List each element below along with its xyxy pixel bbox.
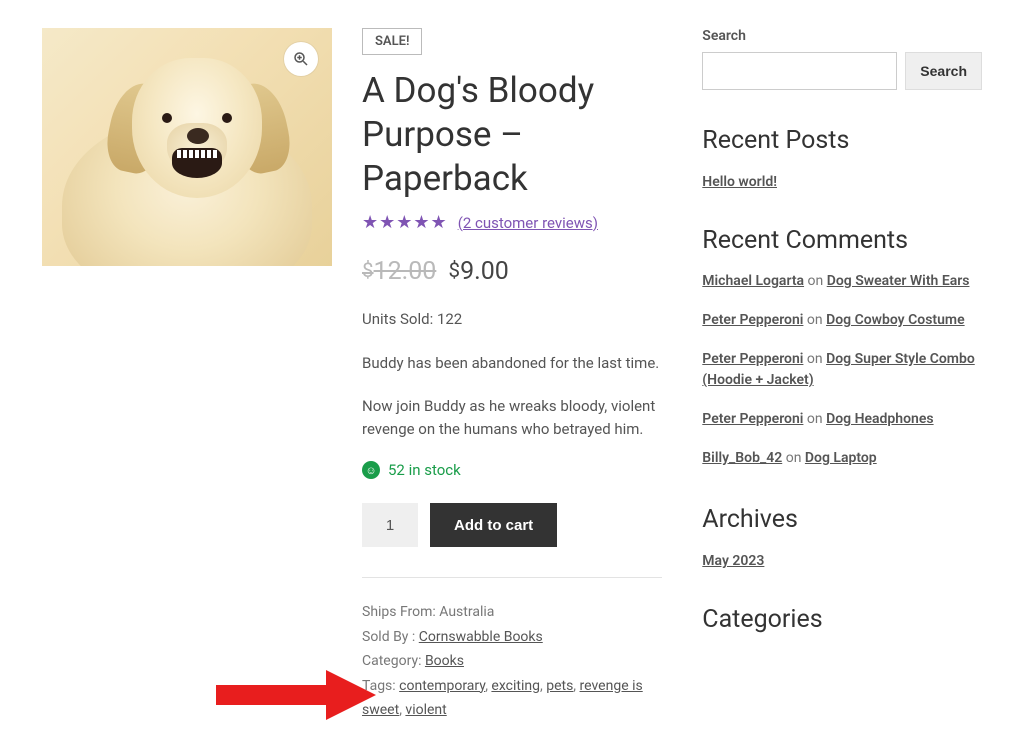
comment-on-text: on	[782, 450, 805, 466]
sale-price: $9.00	[449, 257, 509, 286]
search-widget: Search Search	[702, 28, 982, 90]
sold-by: Sold By : Cornswabble Books	[362, 625, 662, 650]
reviews-link[interactable]: (2 customer reviews)	[458, 214, 598, 232]
stock-text: 52 in stock	[388, 461, 461, 479]
units-sold: Units Sold: 122	[362, 308, 662, 331]
comment-on-text: on	[804, 273, 827, 289]
recent-post-link[interactable]: Hello world!	[702, 174, 777, 190]
comment-on-text: on	[803, 351, 826, 367]
recent-comment-item: Peter Pepperoni on Dog Super Style Combo…	[702, 349, 982, 391]
comment-author-link[interactable]: Peter Pepperoni	[702, 411, 803, 427]
recent-comments-widget: Recent Comments Michael Logarta on Dog S…	[702, 226, 982, 469]
description-paragraph: Buddy has been abandoned for the last ti…	[362, 352, 662, 375]
product-title: A Dog's Bloody Purpose – Paperback	[362, 69, 662, 200]
comment-on-text: on	[803, 312, 826, 328]
comment-post-link[interactable]: Dog Laptop	[805, 450, 877, 466]
rating-row: ★★★★★ (2 customer reviews)	[362, 212, 662, 233]
recent-comment-item: Peter Pepperoni on Dog Cowboy Costume	[702, 310, 982, 331]
ships-from: Ships From: Australia	[362, 600, 662, 625]
search-input[interactable]	[702, 52, 897, 90]
recent-comment-item: Michael Logarta on Dog Sweater With Ears	[702, 271, 982, 292]
product-image-column	[42, 28, 332, 723]
product-meta: Ships From: Australia Sold By : Cornswab…	[362, 600, 662, 723]
search-button[interactable]: Search	[905, 52, 982, 90]
comment-on-text: on	[803, 411, 826, 427]
quantity-input[interactable]	[362, 503, 418, 547]
add-to-cart-button[interactable]: Add to cart	[430, 503, 557, 547]
categories-title: Categories	[702, 605, 982, 634]
comment-author-link[interactable]: Billy_Bob_42	[702, 450, 782, 466]
smiley-icon: ☺	[362, 461, 380, 479]
sidebar: Search Search Recent Posts Hello world! …	[702, 28, 982, 723]
tag-link[interactable]: exciting	[491, 678, 540, 694]
archives-title: Archives	[702, 505, 982, 534]
recent-posts-title: Recent Posts	[702, 126, 982, 155]
category-link[interactable]: Books	[425, 653, 464, 669]
old-price: $12.00	[362, 257, 436, 286]
description-paragraph: Now join Buddy as he wreaks bloody, viol…	[362, 395, 662, 442]
comment-author-link[interactable]: Peter Pepperoni	[702, 312, 803, 328]
price: $12.00 $9.00	[362, 257, 662, 286]
product-summary: SALE! A Dog's Bloody Purpose – Paperback…	[362, 28, 672, 723]
archives-widget: Archives May 2023	[702, 505, 982, 569]
categories-widget: Categories	[702, 605, 982, 634]
comment-post-link[interactable]: Dog Sweater With Ears	[827, 273, 970, 289]
sale-badge: SALE!	[362, 28, 422, 55]
recent-posts-widget: Recent Posts Hello world!	[702, 126, 982, 190]
zoom-icon[interactable]	[284, 42, 318, 76]
recent-comment-item: Peter Pepperoni on Dog Headphones	[702, 409, 982, 430]
comment-post-link[interactable]: Dog Cowboy Costume	[826, 312, 965, 328]
tags-row: Tags: contemporary, exciting, pets, reve…	[362, 674, 662, 723]
recent-comments-title: Recent Comments	[702, 226, 982, 255]
add-to-cart-row: Add to cart	[362, 503, 662, 547]
tag-link[interactable]: violent	[405, 702, 446, 718]
tag-link[interactable]: pets	[546, 678, 573, 694]
recent-comment-item: Billy_Bob_42 on Dog Laptop	[702, 448, 982, 469]
vendor-link[interactable]: Cornswabble Books	[419, 629, 543, 645]
divider	[362, 577, 662, 578]
comment-post-link[interactable]: Dog Headphones	[826, 411, 934, 427]
star-rating-icon: ★★★★★	[362, 212, 448, 233]
search-label: Search	[702, 28, 982, 44]
archive-link[interactable]: May 2023	[702, 553, 764, 569]
comment-author-link[interactable]: Michael Logarta	[702, 273, 804, 289]
category: Category: Books	[362, 649, 662, 674]
product-description: Buddy has been abandoned for the last ti…	[362, 352, 662, 442]
comment-author-link[interactable]: Peter Pepperoni	[702, 351, 803, 367]
stock-status: ☺ 52 in stock	[362, 461, 662, 479]
tag-link[interactable]: contemporary	[399, 678, 485, 694]
product-image[interactable]	[42, 28, 332, 266]
